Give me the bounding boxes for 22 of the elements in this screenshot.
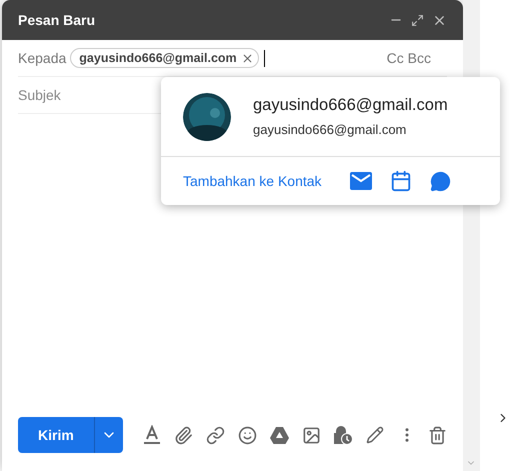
add-contact-link[interactable]: Tambahkan ke Kontak bbox=[183, 170, 322, 192]
link-icon[interactable] bbox=[206, 426, 225, 444]
recipient-chip[interactable]: gayusindo666@gmail.com bbox=[70, 48, 259, 68]
lock-clock-icon[interactable] bbox=[334, 426, 353, 444]
cc-bcc-link[interactable]: Cc Bcc bbox=[386, 48, 431, 68]
chat-icon[interactable] bbox=[430, 170, 451, 192]
window-title: Pesan Baru bbox=[18, 10, 96, 30]
contact-name: gayusindo666@gmail.com bbox=[253, 95, 448, 116]
text-cursor bbox=[264, 50, 265, 66]
photo-icon[interactable] bbox=[302, 426, 321, 444]
delete-icon[interactable] bbox=[428, 426, 447, 444]
pen-icon[interactable] bbox=[366, 426, 384, 444]
triangle-icon[interactable] bbox=[270, 426, 289, 444]
calendar-icon[interactable] bbox=[390, 170, 412, 192]
text-format-icon[interactable] bbox=[142, 425, 161, 445]
mail-icon[interactable] bbox=[350, 172, 372, 190]
contact-email: gayusindo666@gmail.com bbox=[253, 121, 408, 140]
attach-icon[interactable] bbox=[174, 426, 193, 444]
expand-icon[interactable] bbox=[411, 14, 424, 26]
emoji-icon[interactable] bbox=[238, 426, 257, 444]
remove-icon[interactable] bbox=[240, 52, 254, 64]
to-label: Kepada bbox=[18, 48, 66, 68]
